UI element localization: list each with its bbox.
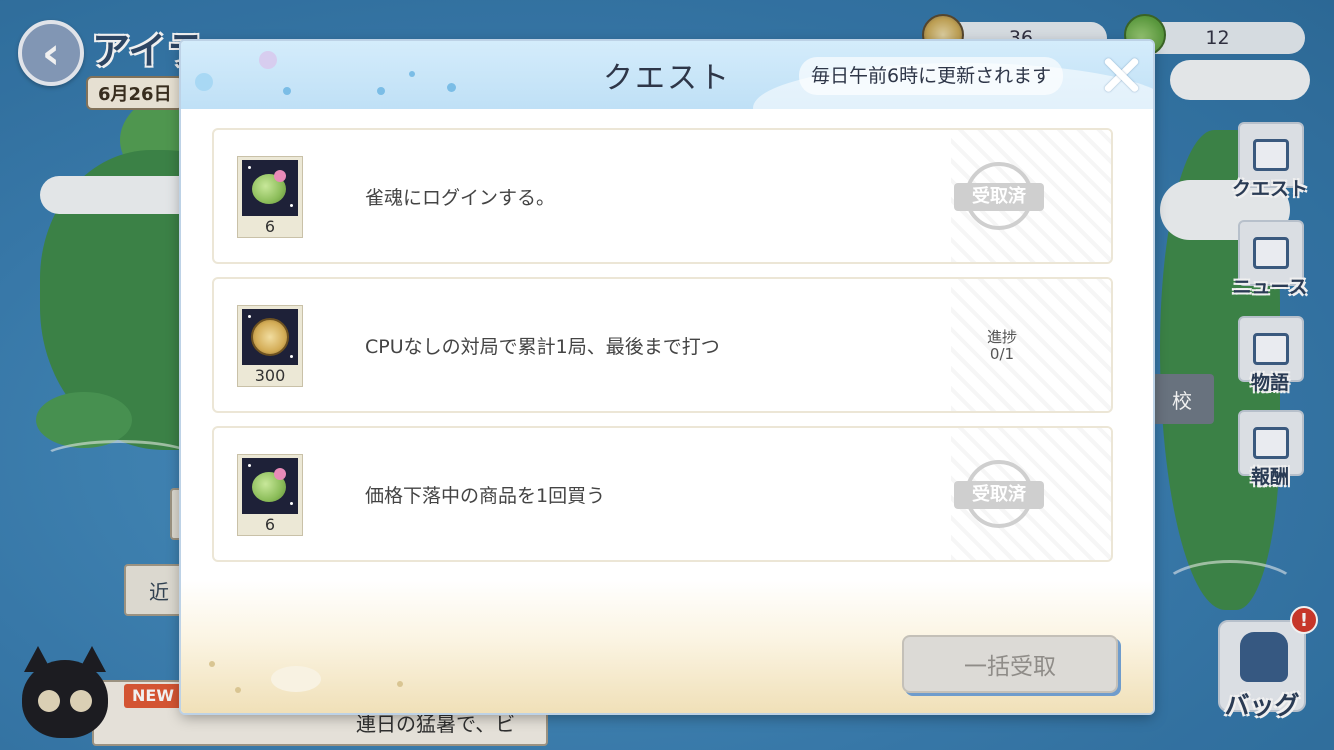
reward-count: 6 [264, 217, 276, 236]
sparkle [290, 502, 293, 505]
reward-item[interactable]: 300 [237, 305, 303, 387]
sand-decoration [271, 666, 321, 692]
quest-description: 価格下落中の商品を1回買う [365, 484, 606, 507]
quest-item: 6 価格下落中の商品を1回買う 受取済 [212, 426, 1113, 562]
dialog-header: クエスト 毎日午前6時に更新されます [181, 41, 1153, 153]
sparkle [248, 315, 251, 318]
collect-all-button[interactable]: 一括受取 [902, 635, 1118, 693]
quest-dialog: クエスト 毎日午前6時に更新されます 6 雀魂にログインする。 受取済 300 … [181, 41, 1153, 713]
shell-coin-icon [242, 309, 298, 365]
close-button[interactable] [1099, 53, 1143, 97]
quest-item: 300 CPUなしの対局で累計1局、最後まで打つ 進捗 0/1 [212, 277, 1113, 413]
dialog-body: 6 雀魂にログインする。 受取済 300 CPUなしの対局で累計1局、最後まで打… [181, 109, 1153, 713]
reward-item[interactable]: 6 [237, 454, 303, 536]
quest-description: CPUなしの対局で累計1局、最後まで打つ [365, 335, 720, 358]
reward-item[interactable]: 6 [237, 156, 303, 238]
sparkle [290, 355, 293, 358]
sand-decoration [397, 681, 403, 687]
claimed-label: 受取済 [954, 183, 1044, 211]
quest-item: 6 雀魂にログインする。 受取済 [212, 128, 1113, 264]
sparkle [248, 166, 251, 169]
quest-progress: 進捗 0/1 [974, 329, 1030, 363]
sand-decoration [235, 687, 241, 693]
refresh-note: 毎日午前6時に更新されます [799, 57, 1064, 95]
progress-value: 0/1 [989, 345, 1015, 363]
sand-decoration [209, 661, 215, 667]
coconut-icon [242, 458, 298, 514]
claimed-stamp: 受取済 [954, 460, 1044, 530]
sparkle [290, 204, 293, 207]
reward-count: 300 [254, 366, 286, 385]
sparkle [248, 464, 251, 467]
flower-shape [274, 468, 286, 480]
flower-shape [274, 170, 286, 182]
quest-description: 雀魂にログインする。 [365, 186, 556, 209]
claimed-label: 受取済 [954, 481, 1044, 509]
coconut-icon [242, 160, 298, 216]
coin-shape [251, 318, 289, 356]
progress-label: 進捗 [986, 328, 1017, 346]
reward-count: 6 [264, 515, 276, 534]
claimed-stamp: 受取済 [954, 162, 1044, 232]
